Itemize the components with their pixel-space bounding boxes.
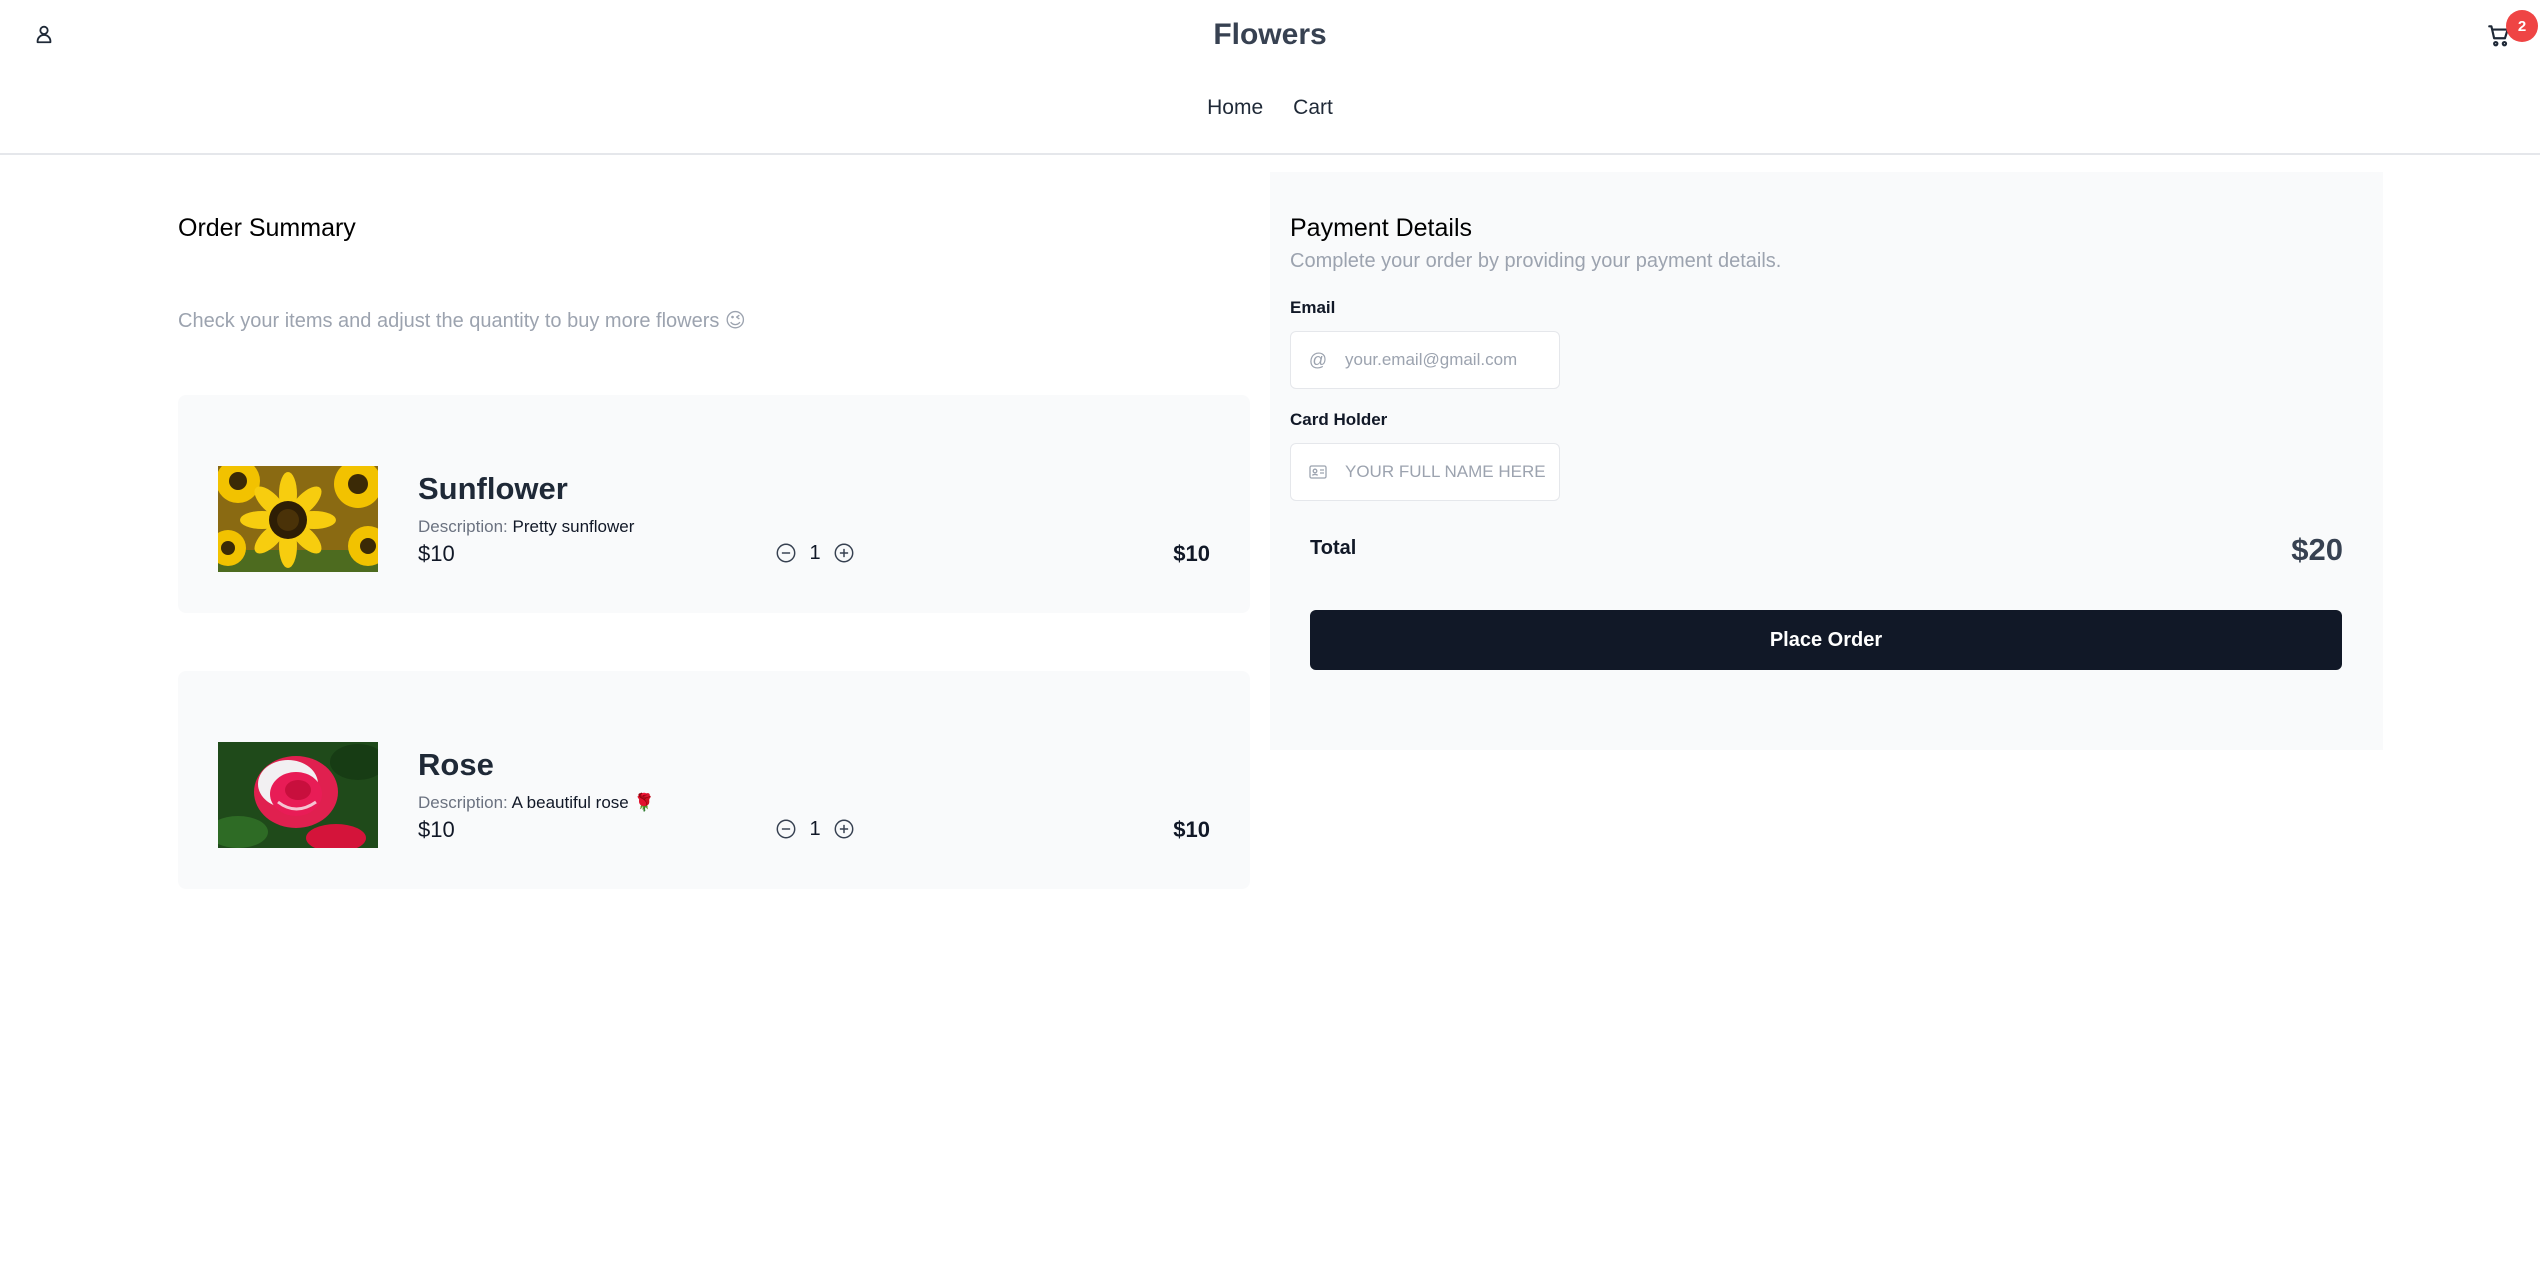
card-holder-label: Card Holder <box>1290 410 1388 429</box>
email-field: @ <box>1290 331 1560 389</box>
payment-title: Payment Details <box>1290 214 1473 242</box>
top-header: Flowers Home Cart 2 <box>0 0 2540 155</box>
payment-subtitle: Complete your order by providing your pa… <box>1290 250 1782 272</box>
total-label: Total <box>1310 537 1357 559</box>
quantity-stepper: 1 <box>774 817 856 841</box>
cart-item-rose: Rose Description: A beautiful rose 🌹 $10… <box>178 671 1250 889</box>
item-price: $10 <box>418 817 455 842</box>
order-summary-title: Order Summary <box>178 214 356 242</box>
item-name: Rose <box>418 747 494 782</box>
increase-quantity-button[interactable] <box>832 541 856 565</box>
increase-quantity-button[interactable] <box>832 817 856 841</box>
decrease-quantity-button[interactable] <box>774 817 798 841</box>
plus-circle-icon <box>834 819 854 839</box>
item-price: $10 <box>418 541 455 566</box>
quantity-stepper: 1 <box>774 541 856 565</box>
quantity-value: 1 <box>809 541 821 564</box>
minus-circle-icon <box>776 543 796 563</box>
item-total: $10 <box>1173 541 1210 566</box>
decrease-quantity-button[interactable] <box>774 541 798 565</box>
email-input[interactable] <box>1345 350 1545 370</box>
item-description: Description: A beautiful rose 🌹 <box>418 793 655 813</box>
card-holder-field <box>1290 443 1560 501</box>
description-label: Description: <box>418 517 508 536</box>
main-nav: Home Cart <box>0 96 2540 120</box>
nav-cart-link[interactable]: Cart <box>1293 96 1333 120</box>
at-sign-icon: @ <box>1308 349 1328 370</box>
email-label: Email <box>1290 298 1336 317</box>
total-value: $20 <box>2291 532 2343 567</box>
order-summary-subtitle: Check your items and adjust the quantity… <box>178 310 746 332</box>
description-text: Pretty sunflower <box>512 517 635 536</box>
card-holder-input[interactable] <box>1345 462 1545 482</box>
nav-home-link[interactable]: Home <box>1207 96 1263 120</box>
brand-title[interactable]: Flowers <box>0 18 2540 52</box>
item-total: $10 <box>1173 817 1210 842</box>
place-order-button[interactable]: Place Order <box>1310 610 2342 670</box>
description-label: Description: <box>418 793 508 812</box>
plus-circle-icon <box>834 543 854 563</box>
id-card-icon <box>1291 465 1345 479</box>
description-text: A beautiful rose 🌹 <box>511 793 655 812</box>
sunflower-image <box>218 466 378 572</box>
item-description: Description: Pretty sunflower <box>418 517 634 537</box>
payment-panel: Payment Details Complete your order by p… <box>1270 172 2383 750</box>
rose-image <box>218 742 378 848</box>
minus-circle-icon <box>776 819 796 839</box>
cart-item-sunflower: Sunflower Description: Pretty sunflower … <box>178 395 1250 613</box>
item-name: Sunflower <box>418 471 568 506</box>
cart-count-badge: 2 <box>2506 10 2538 42</box>
quantity-value: 1 <box>809 817 821 840</box>
